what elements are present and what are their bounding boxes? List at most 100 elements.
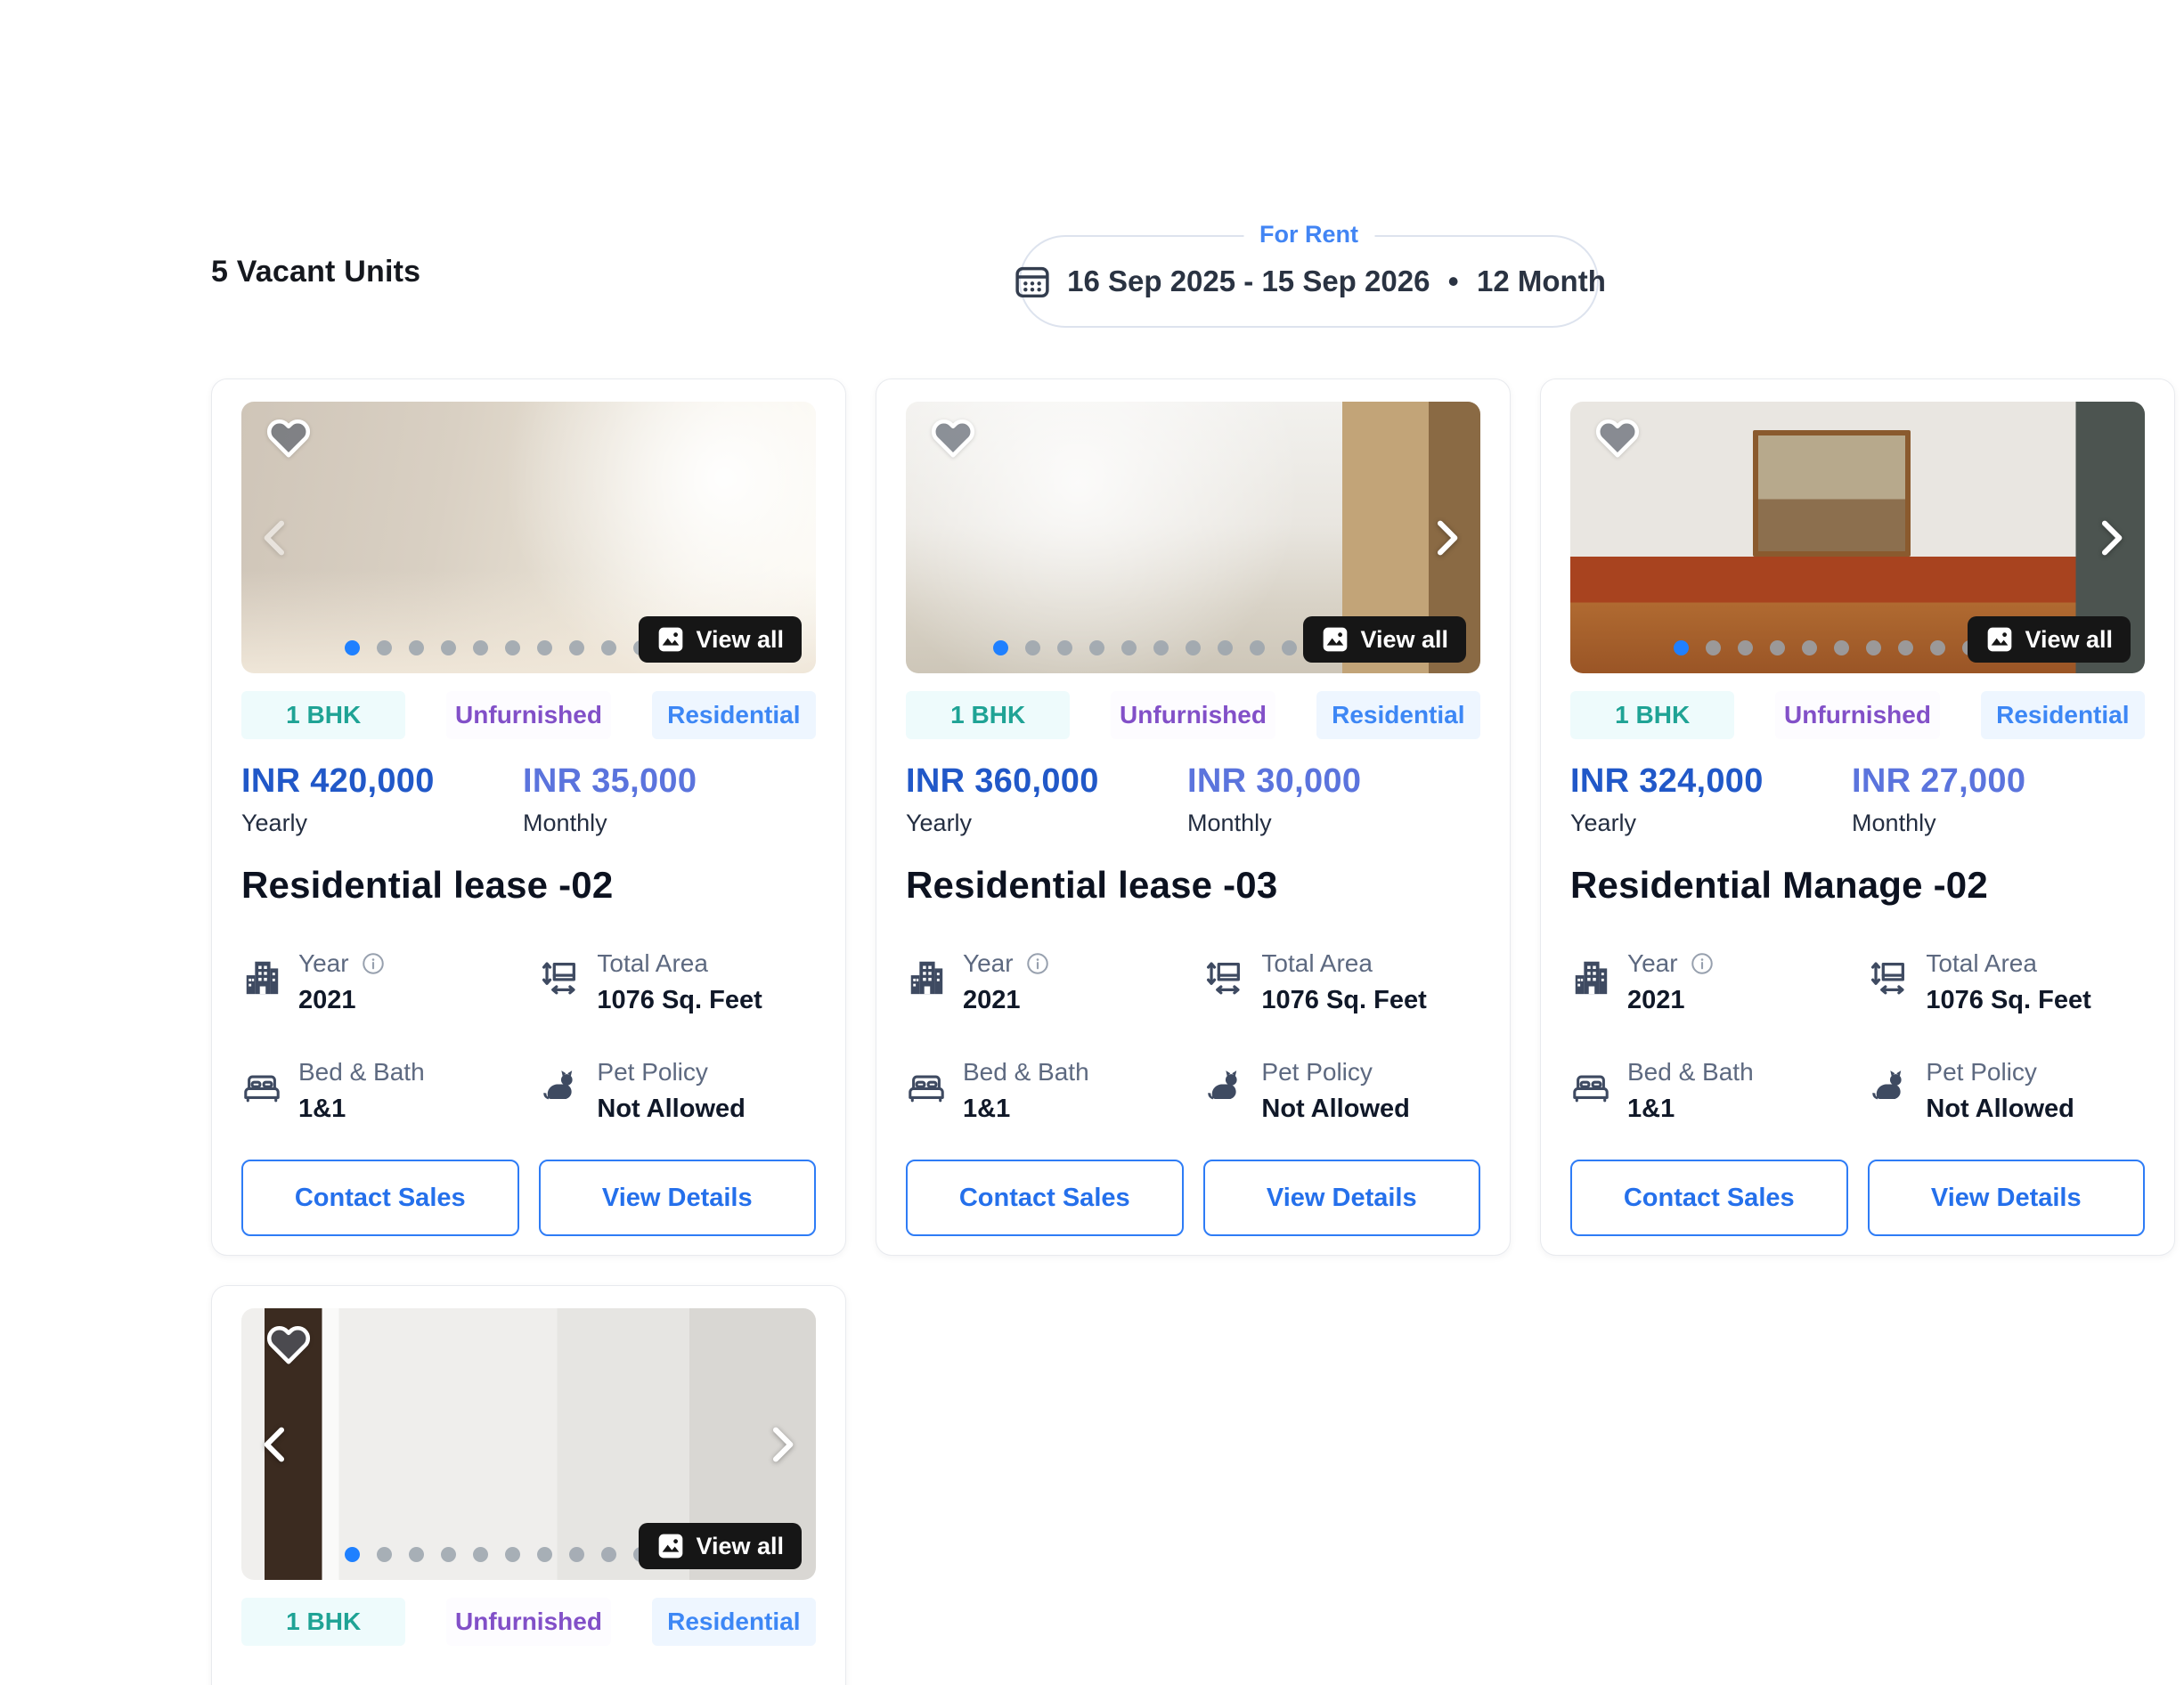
monthly-price: INR 35,000 Monthly	[523, 762, 804, 837]
property-photo-carousel[interactable]: View all	[906, 402, 1480, 673]
tag-bhk: 1 BHK	[241, 691, 405, 739]
price-row: INR 360,000 Yearly INR 30,000 Monthly	[906, 762, 1480, 837]
carousel-dot[interactable]	[409, 640, 424, 655]
carousel-dot[interactable]	[1866, 640, 1881, 655]
view-all-button[interactable]: View all	[1303, 616, 1466, 663]
carousel-dot[interactable]	[1218, 640, 1233, 655]
carousel-dot[interactable]	[441, 1547, 456, 1562]
carousel-dot[interactable]	[505, 640, 520, 655]
heart-icon	[265, 416, 313, 460]
info-icon[interactable]	[360, 950, 387, 977]
monthly-label: Monthly	[1187, 810, 1469, 837]
feature-value: 1&1	[963, 1095, 1089, 1124]
monthly-price: INR 27,000 Monthly	[1852, 762, 2133, 837]
monthly-amount: INR 35,000	[523, 762, 804, 801]
favorite-button[interactable]	[265, 416, 313, 460]
carousel-dot[interactable]	[601, 1547, 616, 1562]
contact-sales-button[interactable]: Contact Sales	[906, 1160, 1184, 1236]
yearly-price: INR 420,000 Yearly	[241, 762, 523, 837]
view-details-button[interactable]: View Details	[1868, 1160, 2146, 1236]
favorite-button[interactable]	[265, 1323, 313, 1367]
carousel-dot[interactable]	[409, 1547, 424, 1562]
info-icon[interactable]	[1689, 950, 1715, 977]
chevron-left-icon	[250, 1420, 300, 1469]
carousel-dot[interactable]	[1738, 640, 1753, 655]
carousel-dot[interactable]	[1121, 640, 1137, 655]
info-icon[interactable]	[1024, 950, 1051, 977]
carousel-dot[interactable]	[473, 640, 488, 655]
tag-row: 1 BHK Unfurnished Residential	[241, 691, 816, 739]
carousel-dot[interactable]	[1025, 640, 1040, 655]
carousel-next-button[interactable]	[757, 1420, 807, 1469]
view-all-button[interactable]: View all	[1968, 616, 2131, 663]
feature-year: Year 2021	[241, 949, 540, 1015]
contact-sales-button[interactable]: Contact Sales	[241, 1160, 519, 1236]
carousel-dot[interactable]	[1250, 640, 1265, 655]
carousel-dot[interactable]	[1153, 640, 1169, 655]
carousel-dot[interactable]	[993, 640, 1008, 655]
favorite-button[interactable]	[929, 416, 977, 460]
carousel-dot[interactable]	[345, 1547, 360, 1562]
feature-value: Not Allowed	[597, 1095, 745, 1124]
tag-property-type: Residential	[652, 691, 816, 739]
property-photo-carousel[interactable]: View all	[1570, 402, 2145, 673]
carousel-dot[interactable]	[1706, 640, 1721, 655]
feature-label: Total Area	[597, 949, 708, 978]
property-photo-carousel[interactable]: View all	[241, 402, 816, 673]
carousel-dot[interactable]	[505, 1547, 520, 1562]
carousel-prev-button[interactable]	[250, 513, 300, 563]
feature-grid: Year 2021 Total Area 1076 Sq. Feet Bed &…	[241, 949, 816, 1124]
property-photo-carousel[interactable]: View all	[241, 1308, 816, 1580]
carousel-dot[interactable]	[1898, 640, 1913, 655]
feature-bed-bath: Bed & Bath 1&1	[1570, 1058, 1869, 1124]
carousel-dot[interactable]	[1089, 640, 1104, 655]
carousel-dot[interactable]	[377, 1547, 392, 1562]
yearly-amount: INR 420,000	[241, 762, 523, 801]
rent-separator-dot: •	[1447, 265, 1459, 297]
view-details-button[interactable]: View Details	[539, 1160, 817, 1236]
carousel-next-button[interactable]	[1422, 513, 1471, 563]
view-all-button[interactable]: View all	[639, 616, 802, 663]
bed-icon	[1570, 1065, 1611, 1106]
carousel-dot[interactable]	[537, 1547, 552, 1562]
unit-cards-grid: View all 1 BHK Unfurnished Residential I…	[211, 379, 2175, 1685]
photo-icon	[656, 625, 685, 654]
favorite-button[interactable]	[1593, 416, 1642, 460]
building-icon	[906, 956, 947, 997]
feature-value: Not Allowed	[1261, 1095, 1409, 1124]
carousel-dot[interactable]	[601, 640, 616, 655]
carousel-dot[interactable]	[473, 1547, 488, 1562]
price-row: INR 324,000 Yearly INR 27,000 Monthly	[1570, 762, 2145, 837]
tag-bhk: 1 BHK	[241, 1598, 405, 1646]
carousel-dot[interactable]	[1834, 640, 1849, 655]
carousel-dot[interactable]	[537, 640, 552, 655]
tag-property-type: Residential	[1981, 691, 2145, 739]
rent-period-pill[interactable]: For Rent 16 Sep 2025 - 15 Sep 2026 • 12 …	[1019, 235, 1599, 328]
feature-label: Bed & Bath	[963, 1058, 1089, 1087]
view-all-button[interactable]: View all	[639, 1523, 802, 1569]
carousel-dot[interactable]	[569, 1547, 584, 1562]
carousel-dot[interactable]	[345, 640, 360, 655]
feature-value: 2021	[1627, 986, 1715, 1015]
carousel-dot[interactable]	[377, 640, 392, 655]
feature-label: Year	[298, 949, 349, 978]
carousel-dot[interactable]	[1186, 640, 1201, 655]
feature-label: Pet Policy	[1261, 1058, 1373, 1087]
feature-value: 2021	[298, 986, 387, 1015]
contact-sales-button[interactable]: Contact Sales	[1570, 1160, 1848, 1236]
yearly-label: Yearly	[906, 810, 1187, 837]
carousel-dot[interactable]	[1282, 640, 1297, 655]
carousel-dot[interactable]	[1802, 640, 1817, 655]
carousel-dot[interactable]	[1770, 640, 1785, 655]
area-icon	[1869, 956, 1910, 997]
carousel-next-button[interactable]	[2086, 513, 2136, 563]
carousel-dot[interactable]	[569, 640, 584, 655]
vacant-units-page: 5 Vacant Units For Rent 16 Sep 2025 - 15…	[0, 0, 2184, 1685]
carousel-dot[interactable]	[441, 640, 456, 655]
carousel-dot[interactable]	[1674, 640, 1689, 655]
carousel-dot[interactable]	[1057, 640, 1072, 655]
carousel-prev-button[interactable]	[250, 1420, 300, 1469]
view-details-button[interactable]: View Details	[1203, 1160, 1481, 1236]
carousel-dot[interactable]	[1930, 640, 1945, 655]
tag-row: 1 BHK Unfurnished Residential	[1570, 691, 2145, 739]
